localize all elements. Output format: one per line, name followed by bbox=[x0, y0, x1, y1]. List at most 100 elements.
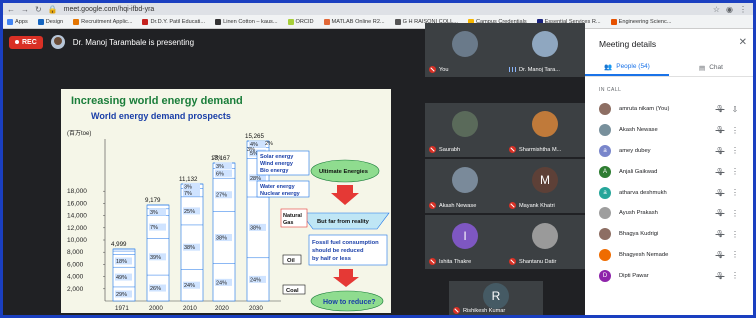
more-options-icon[interactable]: ⋮ bbox=[729, 250, 741, 259]
participant-row[interactable]: a amey dubey 🎙 ⋮ bbox=[585, 141, 753, 162]
bookmarks-bar: Apps Design Recruitment Applic... Dr.D.Y. P… bbox=[3, 15, 753, 29]
segment-label: 26% bbox=[150, 286, 161, 292]
participant-row-name: atharva deshmukh bbox=[619, 189, 667, 196]
more-options-icon[interactable]: ⋮ bbox=[729, 126, 741, 135]
fossil-fuel-line: Fossil fuel consumption bbox=[312, 240, 379, 246]
natural-gas-label: Natural bbox=[283, 213, 302, 219]
participant-tile[interactable]: Sharmishtha M... bbox=[505, 103, 585, 157]
participant-tile[interactable]: Shantanu Datir bbox=[505, 215, 585, 269]
presenting-text: Dr. Manoj Tarambale is presenting bbox=[72, 37, 195, 47]
tab-people[interactable]: 👥 People (54) bbox=[585, 59, 669, 76]
participant-row-name: amey dubey bbox=[619, 147, 651, 154]
mic-off-icon: 🎙 bbox=[715, 231, 725, 239]
bar-total-label: 11,132 bbox=[179, 176, 198, 183]
bookmark-icon bbox=[37, 18, 44, 25]
bookmark-icon bbox=[394, 18, 401, 25]
bookmark-item[interactable]: Dr.D.Y. Patil Educati... bbox=[142, 18, 205, 25]
fossil-fuel-line: should be reduced bbox=[312, 248, 364, 254]
segment-label: 29% bbox=[116, 292, 127, 298]
mic-off-icon: 🎙 bbox=[715, 272, 725, 280]
mic-off-icon: 🎙 bbox=[715, 168, 725, 176]
bookmark-item[interactable]: MATLAB Online R2... bbox=[323, 18, 385, 25]
participant-tile[interactable]: You bbox=[425, 23, 505, 77]
participant-row-name: amruta nikam (You) bbox=[619, 106, 670, 113]
segment-label: 38% bbox=[216, 236, 227, 242]
participant-tiles: You Dr. Manoj Tara... Saurabh Sharmishtha M… bbox=[423, 23, 585, 315]
participant-tile[interactable]: Saurabh bbox=[425, 103, 505, 157]
speaking-icon bbox=[509, 66, 516, 73]
participant-row[interactable]: amruta nikam (You) 🎙 ⇩ bbox=[585, 99, 753, 120]
bookmark-item[interactable]: Apps bbox=[7, 18, 28, 25]
extra-percent-label: 2% bbox=[265, 141, 273, 147]
x-tick-label: 1971 bbox=[115, 305, 129, 312]
y-tick-label: 10,000 bbox=[67, 237, 87, 244]
participant-name: Akash Newase bbox=[439, 202, 477, 209]
menu-icon[interactable]: ⋮ bbox=[739, 5, 747, 14]
bookmark-icon bbox=[73, 18, 80, 25]
url-text[interactable]: meet.google.com/hqi-ifbd-yra bbox=[64, 6, 707, 13]
segment-label: 27% bbox=[216, 193, 227, 199]
participant-row[interactable]: D Dipti Pawar 🎙 ⋮ bbox=[585, 265, 753, 286]
bookmark-icon bbox=[142, 18, 149, 25]
tab-chat[interactable]: ▤ Chat bbox=[669, 59, 753, 76]
more-options-icon[interactable]: ⋮ bbox=[729, 146, 741, 155]
extra-percent-label: 3% bbox=[213, 155, 221, 161]
y-tick-label: 6,000 bbox=[67, 261, 84, 268]
reload-icon[interactable]: ↻ bbox=[35, 5, 42, 14]
participant-name-row: Akash Newase bbox=[429, 202, 476, 209]
more-options-icon[interactable]: ⋮ bbox=[729, 230, 741, 239]
participant-name-row: You bbox=[429, 66, 448, 73]
segment-label: 38% bbox=[184, 245, 195, 251]
participant-row[interactable]: Bhagyesh Nemade 🎙 ⋮ bbox=[585, 245, 753, 266]
bookmark-item[interactable]: Design bbox=[37, 18, 63, 25]
participant-tile[interactable]: Akash Newase bbox=[425, 159, 505, 213]
segment-label: 25% bbox=[184, 209, 195, 215]
participant-tile[interactable]: R Rishikesh Kumar bbox=[449, 281, 543, 315]
bookmark-item[interactable]: Linen Cotton – kaus... bbox=[215, 18, 278, 25]
segment-label: 39% bbox=[150, 255, 161, 261]
participant-row[interactable]: Bhagya Kudrigi 🎙 ⋮ bbox=[585, 224, 753, 245]
participant-name-row: Mayank Khatri bbox=[509, 202, 555, 209]
ultimate-energies-label: Ultimate Energies bbox=[319, 169, 368, 175]
unit-label: (百万toe) bbox=[67, 130, 91, 137]
participant-tile[interactable]: Dr. Manoj Tara... bbox=[505, 23, 585, 77]
back-icon[interactable]: ← bbox=[7, 5, 15, 14]
participant-avatar bbox=[532, 31, 558, 57]
bookmark-item[interactable]: Engineering Scienc... bbox=[610, 18, 671, 25]
participant-row[interactable]: Akash Newase 🎙 ⋮ bbox=[585, 120, 753, 141]
bookmark-item[interactable]: Recruitment Applic... bbox=[73, 18, 132, 25]
extra-percent-label: 3% bbox=[247, 147, 255, 153]
participant-row[interactable]: A Anjali Gaikwad 🎙 ⋮ bbox=[585, 161, 753, 182]
more-options-icon[interactable]: ⋮ bbox=[729, 209, 741, 218]
how-to-reduce-label: How to reduce? bbox=[323, 299, 376, 306]
bar-total-label: 9,179 bbox=[145, 197, 161, 204]
x-tick-label: 2030 bbox=[249, 305, 263, 312]
bookmark-item[interactable]: ORCID bbox=[287, 18, 314, 25]
participant-avatar: M bbox=[532, 167, 558, 193]
avatar bbox=[599, 228, 611, 241]
more-options-icon[interactable]: ⋮ bbox=[729, 271, 741, 280]
segment-label: 24% bbox=[216, 280, 227, 286]
participant-tile[interactable]: I Ishita Thakre bbox=[425, 215, 505, 269]
mic-off-icon bbox=[453, 307, 460, 314]
bookmark-icon bbox=[215, 18, 222, 25]
close-icon[interactable]: ✕ bbox=[739, 37, 747, 48]
more-options-icon[interactable]: ⋮ bbox=[729, 167, 741, 176]
participant-name-row: Ishita Thakre bbox=[429, 258, 471, 265]
participant-row[interactable]: Ayush Prakash 🎙 ⋮ bbox=[585, 203, 753, 224]
extension-icon[interactable]: ◉ bbox=[726, 5, 733, 14]
bookmark-icon bbox=[323, 18, 330, 25]
avatar: a bbox=[599, 144, 611, 157]
participant-name: Mayank Khatri bbox=[519, 202, 555, 209]
more-options-icon[interactable]: ⋮ bbox=[729, 188, 741, 197]
participant-name: Saurabh bbox=[439, 146, 461, 153]
participant-tile[interactable]: M Mayank Khatri bbox=[505, 159, 585, 213]
forward-icon[interactable]: → bbox=[21, 5, 29, 14]
segment-label: 7% bbox=[184, 191, 192, 197]
avatar bbox=[599, 207, 611, 220]
pin-icon[interactable]: ⇩ bbox=[729, 105, 741, 114]
bar-total-label: 15,265 bbox=[245, 133, 264, 140]
water-nuclear-item: Nuclear energy bbox=[260, 191, 301, 197]
star-icon[interactable]: ☆ bbox=[713, 5, 720, 14]
participant-row[interactable]: a atharva deshmukh 🎙 ⋮ bbox=[585, 182, 753, 203]
